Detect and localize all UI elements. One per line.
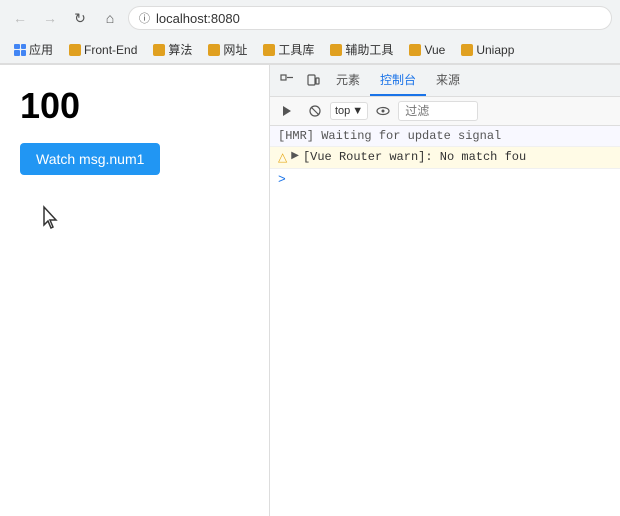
expand-arrow-icon[interactable]: ▶ <box>291 150 299 162</box>
bookmark-frontend[interactable]: Front-End <box>63 41 143 59</box>
console-line-hmr: [HMR] Waiting for update signal <box>270 126 620 147</box>
devtools-panel: 元素 控制台 来源 top ▼ <box>270 65 620 516</box>
console-text: [HMR] Waiting for update signal <box>278 129 501 143</box>
folder-icon <box>330 44 342 56</box>
lock-icon: ⓘ <box>139 10 150 26</box>
bookmark-algorithm[interactable]: 算法 <box>147 39 198 60</box>
nav-bar: ← → ↻ ⌂ ⓘ localhost:8080 <box>0 0 620 36</box>
bookmark-label: 网址 <box>223 41 247 58</box>
forward-button[interactable]: → <box>38 6 62 30</box>
bookmark-apps[interactable]: 应用 <box>8 39 59 60</box>
filter-input[interactable] <box>398 101 478 121</box>
bookmark-label: 辅助工具 <box>345 41 393 58</box>
address-bar[interactable]: ⓘ localhost:8080 <box>128 6 612 30</box>
apps-icon <box>14 44 26 56</box>
top-context-selector[interactable]: top ▼ <box>330 102 368 120</box>
eye-button[interactable] <box>371 99 395 123</box>
clear-console-button[interactable] <box>275 99 299 123</box>
tab-elements[interactable]: 元素 <box>326 65 370 96</box>
tab-sources[interactable]: 来源 <box>426 65 470 96</box>
block-button[interactable] <box>303 99 327 123</box>
number-display: 100 <box>20 85 249 127</box>
inspect-element-button[interactable] <box>275 69 299 93</box>
browser-chrome: ← → ↻ ⌂ ⓘ localhost:8080 应用 Front-End 算法… <box>0 0 620 65</box>
bookmark-label: 算法 <box>168 41 192 58</box>
folder-icon <box>153 44 165 56</box>
refresh-button[interactable]: ↻ <box>68 6 92 30</box>
devtools-toolbar: top ▼ <box>270 97 620 126</box>
bookmark-assist[interactable]: 辅助工具 <box>324 39 399 60</box>
bookmark-label: 工具库 <box>278 41 314 58</box>
bookmark-uniapp[interactable]: Uniapp <box>455 41 520 59</box>
bookmark-url[interactable]: 网址 <box>202 39 253 60</box>
console-area[interactable]: [HMR] Waiting for update signal △ ▶ [Vue… <box>270 126 620 516</box>
bookmark-label: 应用 <box>29 41 53 58</box>
warning-icon: △ <box>278 150 287 165</box>
bookmark-label: Front-End <box>84 43 137 57</box>
chevron-down-icon: ▼ <box>352 105 363 117</box>
top-label: top <box>335 105 350 117</box>
bookmarks-bar: 应用 Front-End 算法 网址 工具库 辅助工具 Vue Uniapp <box>0 36 620 64</box>
url-text: localhost:8080 <box>156 11 240 26</box>
device-toolbar-button[interactable] <box>301 69 325 93</box>
back-button[interactable]: ← <box>8 6 32 30</box>
folder-icon <box>461 44 473 56</box>
folder-icon <box>409 44 421 56</box>
folder-icon <box>69 44 81 56</box>
watch-button[interactable]: Watch msg.num1 <box>20 143 160 175</box>
bookmark-tools[interactable]: 工具库 <box>257 39 320 60</box>
bookmark-label: Vue <box>424 43 445 57</box>
tab-console[interactable]: 控制台 <box>370 65 426 96</box>
bookmark-vue[interactable]: Vue <box>403 41 451 59</box>
console-prompt[interactable]: > <box>270 169 620 190</box>
console-line-warn: △ ▶ [Vue Router warn]: No match fou <box>270 147 620 169</box>
console-text: [Vue Router warn]: No match fou <box>303 150 526 164</box>
folder-icon <box>263 44 275 56</box>
cursor-icon <box>40 205 249 237</box>
devtools-tabs: 元素 控制台 来源 <box>270 65 620 97</box>
home-button[interactable]: ⌂ <box>98 6 122 30</box>
bookmark-label: Uniapp <box>476 43 514 57</box>
folder-icon <box>208 44 220 56</box>
main-area: 100 Watch msg.num1 元素 控制台 来源 <box>0 65 620 516</box>
webpage-panel: 100 Watch msg.num1 <box>0 65 270 516</box>
